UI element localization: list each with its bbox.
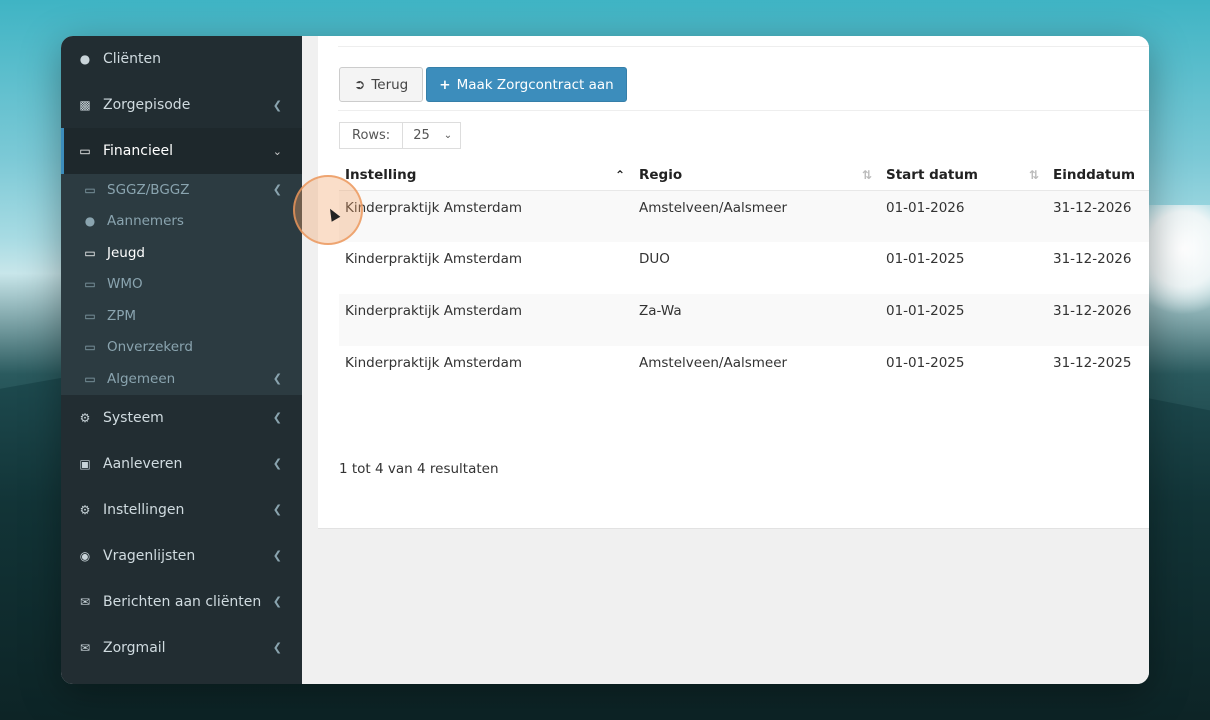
book-icon: ▭ — [84, 340, 96, 355]
gear-icon: ⚙ — [79, 502, 91, 517]
sidebar: ● Cliënten ▩ Zorgepisode ❮ ▭ Financieel … — [61, 36, 302, 684]
users-icon: ● — [84, 214, 96, 229]
chevron-left-icon: ❮ — [272, 372, 282, 386]
user-icon: ● — [79, 52, 91, 66]
sidebar-subitem-aannemers[interactable]: ● Aannemers — [61, 206, 302, 238]
sidebar-subitem-onverzekerd[interactable]: ▭ Onverzekerd — [61, 332, 302, 364]
chevron-left-icon: ❮ — [272, 641, 282, 654]
rows-select[interactable]: 25 ⌄ — [403, 123, 460, 148]
sidebar-item-aanleveren[interactable]: ▣ Aanleveren ❮ — [61, 441, 302, 487]
table-row[interactable]: Kinderpraktijk Amsterdam Amstelveen/Aals… — [339, 346, 1149, 398]
sidebar-item-vragenlijsten[interactable]: ◉ Vragenlijsten ❮ — [61, 533, 302, 579]
book-icon: ▭ — [79, 144, 91, 158]
sidebar-subitem-zpm[interactable]: ▭ ZPM — [61, 300, 302, 332]
main-content: ➲ Terug + Maak Zorgcontract aan Rows: 25… — [302, 36, 1149, 684]
sidebar-subitem-algemeen[interactable]: ▭ Algemeen ❮ — [61, 363, 302, 395]
truck-icon: ▣ — [79, 456, 91, 471]
book-icon: ▭ — [84, 371, 96, 386]
sort-icon: ⇅ — [861, 168, 872, 182]
gears-icon: ⚙ — [79, 410, 91, 425]
table-row[interactable]: Kinderpraktijk Amsterdam Za-Wa 01-01-202… — [339, 294, 1149, 346]
contracts-table: Instelling ⌃ Regio ⇅ Start datum ⇅ Eindd… — [339, 160, 1149, 398]
envelope-icon: ✉ — [79, 640, 91, 655]
table-row[interactable]: Kinderpraktijk Amsterdam Amstelveen/Aals… — [339, 190, 1149, 242]
sidebar-item-zorgmail[interactable]: ✉ Zorgmail ❮ — [61, 625, 302, 671]
plus-icon: + — [439, 76, 451, 93]
sidebar-item-zorgepisode[interactable]: ▩ Zorgepisode ❮ — [61, 82, 302, 128]
chevron-left-icon: ❮ — [272, 457, 282, 470]
medkit-icon: ▩ — [79, 98, 91, 112]
column-header-regio[interactable]: Regio ⇅ — [633, 160, 880, 191]
book-icon: ▭ — [84, 245, 96, 260]
chevron-left-icon: ❮ — [272, 183, 282, 197]
rows-label: Rows: — [340, 123, 404, 148]
toolbar: ➲ Terug + Maak Zorgcontract aan — [339, 67, 627, 102]
financieel-submenu: ▭ SGGZ/BGGZ ❮ ● Aannemers ▭ Jeugd ▭ WMO … — [61, 174, 302, 395]
sidebar-subitem-wmo[interactable]: ▭ WMO — [61, 269, 302, 301]
sidebar-subitem-jeugd[interactable]: ▭ Jeugd — [61, 237, 302, 269]
book-icon: ▭ — [84, 182, 96, 197]
chevron-left-icon: ❮ — [272, 503, 282, 516]
chevron-left-icon: ❮ — [272, 98, 282, 112]
sort-icon: ⇅ — [1028, 168, 1039, 182]
divider — [338, 46, 1149, 47]
chevron-left-icon: ❮ — [272, 595, 282, 608]
create-zorgcontract-button[interactable]: + Maak Zorgcontract aan — [426, 67, 627, 102]
envelope-icon: ✉ — [79, 594, 91, 609]
sort-asc-icon: ⌃ — [614, 168, 625, 182]
column-header-instelling[interactable]: Instelling ⌃ — [339, 160, 633, 191]
globe-icon: ◉ — [79, 548, 91, 563]
rows-per-page: Rows: 25 ⌄ — [339, 122, 462, 149]
book-icon: ▭ — [84, 277, 96, 292]
chevron-down-icon: ⌄ — [443, 130, 453, 141]
sidebar-item-systeem[interactable]: ⚙ Systeem ❮ — [61, 395, 302, 441]
sidebar-item-berichten[interactable]: ✉ Berichten aan cliënten ❮ — [61, 579, 302, 625]
table-row[interactable]: Kinderpraktijk Amsterdam DUO 01-01-2025 … — [339, 242, 1149, 294]
arrow-circle-left-icon: ➲ — [354, 76, 366, 93]
column-header-start-datum[interactable]: Start datum ⇅ — [880, 160, 1047, 191]
book-icon: ▭ — [84, 308, 96, 323]
chevron-down-icon: ⌄ — [272, 144, 282, 158]
sidebar-item-clienten[interactable]: ● Cliënten — [61, 36, 302, 82]
back-button[interactable]: ➲ Terug — [339, 67, 424, 102]
divider — [338, 110, 1149, 111]
column-header-einddatum[interactable]: Einddatum — [1047, 160, 1149, 191]
chevron-left-icon: ❮ — [272, 549, 282, 562]
pagination-info: 1 tot 4 van 4 resultaten — [339, 461, 499, 477]
sidebar-item-financieel[interactable]: ▭ Financieel ⌄ — [61, 128, 302, 174]
sidebar-item-instellingen[interactable]: ⚙ Instellingen ❮ — [61, 487, 302, 533]
app-window: ● Cliënten ▩ Zorgepisode ❮ ▭ Financieel … — [61, 36, 1149, 684]
sidebar-subitem-sggz-bggz[interactable]: ▭ SGGZ/BGGZ ❮ — [61, 174, 302, 206]
chevron-left-icon: ❮ — [272, 411, 282, 424]
content-box: ➲ Terug + Maak Zorgcontract aan Rows: 25… — [318, 36, 1149, 529]
